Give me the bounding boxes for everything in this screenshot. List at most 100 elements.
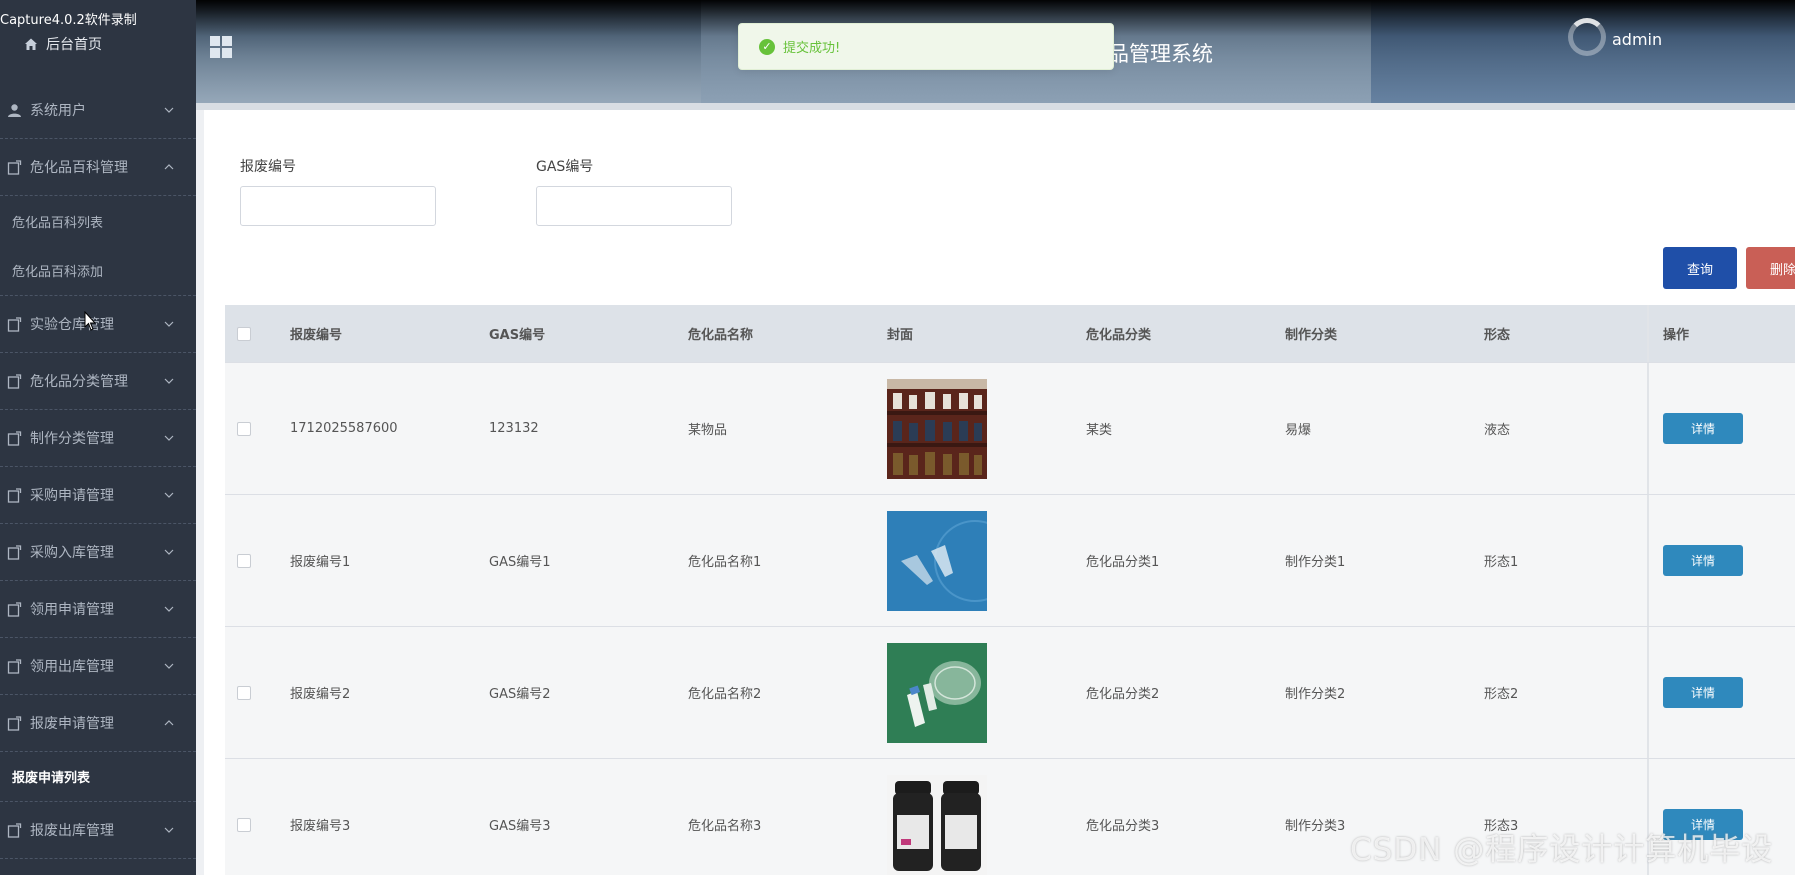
column-header[interactable]: 形态 (1484, 324, 1647, 343)
cell-category: 危化品分类1 (1086, 555, 1160, 570)
avatar[interactable] (1568, 18, 1606, 56)
clipboard-icon (7, 373, 22, 389)
test-tubes-image (887, 510, 987, 611)
cell-make-category: 制作分类2 (1285, 687, 1346, 702)
clipboard-icon (7, 159, 22, 175)
success-toast: ✓ 提交成功! (738, 23, 1114, 70)
home-icon (25, 38, 37, 50)
sidebar-item-scrap-request[interactable]: 报废申请管理 (0, 695, 196, 752)
reagent-bottles-image (887, 774, 987, 875)
cell-category: 危化品分类2 (1086, 687, 1160, 702)
gas-number-input[interactable] (536, 186, 732, 226)
table-row: 报废编号2 GAS编号2 危化品名称2 危化品分类2 制作分类2 形态2 详情 (225, 627, 1795, 759)
table-header: 报废编号 GAS编号 危化品名称 封面 危化品分类 制作分类 形态 操作 (225, 305, 1795, 363)
sidebar-item-home[interactable]: 后台首页 (24, 34, 102, 54)
cell-make-category: 制作分类1 (1285, 555, 1346, 570)
chevron-down-icon (164, 378, 174, 384)
cell-name: 危化品名称3 (688, 819, 762, 834)
cell-category: 某类 (1086, 423, 1113, 438)
cell-form: 液态 (1484, 423, 1511, 438)
sidebar-item-use-request[interactable]: 领用申请管理 (0, 581, 196, 638)
data-table: 报废编号 GAS编号 危化品名称 封面 危化品分类 制作分类 形态 操作 171… (225, 305, 1795, 875)
cell-gas-number: GAS编号3 (489, 819, 551, 834)
clipboard-icon (7, 822, 22, 838)
system-title: 品管理系统 (1108, 42, 1213, 66)
chevron-down-icon (164, 549, 174, 555)
clipboard-icon (7, 430, 22, 446)
query-button[interactable]: 查询 (1663, 247, 1737, 289)
sidebar-home-label: 后台首页 (46, 37, 102, 53)
column-header[interactable]: 报废编号 (290, 324, 489, 343)
clipboard-icon (7, 487, 22, 503)
column-header[interactable]: 危化品名称 (688, 324, 887, 343)
cell-scrap-number: 报废编号3 (290, 819, 351, 834)
mouse-cursor-icon (84, 311, 96, 331)
row-checkbox[interactable] (237, 685, 251, 700)
delete-button[interactable]: 删除 (1746, 247, 1795, 289)
sidebar-item-purchase-stockin[interactable]: 采购入库管理 (0, 524, 196, 581)
clipboard-icon (7, 544, 22, 560)
username[interactable]: admin (1612, 30, 1662, 49)
cell-name: 某物品 (688, 423, 728, 438)
sidebar-item-label: 报废申请管理 (30, 716, 114, 732)
check-circle-icon: ✓ (759, 38, 775, 55)
sidebar-item-hazchem-category[interactable]: 危化品分类管理 (0, 353, 196, 410)
cell-gas-number: 123132 (489, 421, 539, 436)
sidebar-item-lab-warehouse[interactable]: 实验仓库管理 (0, 296, 196, 353)
clipboard-icon (7, 715, 22, 731)
cell-scrap-number: 报废编号1 (290, 555, 351, 570)
column-header[interactable]: 制作分类 (1285, 324, 1484, 343)
cell-form: 形态1 (1484, 555, 1519, 570)
sidebar-item-scrap-stockout[interactable]: 报废出库管理 (0, 802, 196, 859)
cell-name: 危化品名称1 (688, 555, 762, 570)
sidebar-item-purchase-request[interactable]: 采购申请管理 (0, 467, 196, 524)
capture-tag: Capture4.0.2软件录制 (0, 13, 137, 28)
sidebar-subitem-hazchem-wiki-list[interactable]: 危化品百科列表 (0, 196, 196, 246)
row-checkbox[interactable] (237, 421, 251, 436)
sidebar-subitem-scrap-request-list[interactable]: 报废申请列表 (0, 752, 196, 802)
sidebar-subitem-hazchem-wiki-add[interactable]: 危化品百科添加 (0, 246, 196, 296)
sidebar-item-system-users[interactable]: 系统用户 (0, 82, 196, 139)
row-checkbox[interactable] (237, 553, 251, 568)
cell-gas-number: GAS编号1 (489, 555, 551, 570)
chevron-up-icon (164, 164, 174, 170)
menu-grid-icon[interactable] (210, 36, 232, 58)
sidebar-item-label: 制作分类管理 (30, 431, 114, 447)
column-header: 操作 (1647, 305, 1795, 362)
sidebar-item-label: 实验仓库管理 (30, 317, 114, 333)
cell-category: 危化品分类3 (1086, 819, 1160, 834)
chevron-down-icon (164, 827, 174, 833)
chevron-down-icon (164, 107, 174, 113)
cell-name: 危化品名称2 (688, 687, 762, 702)
scrap-number-input[interactable] (240, 186, 436, 226)
chevron-down-icon (164, 606, 174, 612)
chevron-down-icon (164, 492, 174, 498)
chevron-down-icon (164, 435, 174, 441)
sidebar-item-label: 采购入库管理 (30, 545, 114, 561)
watermark: CSDN @程序设计计算机毕设 (1350, 832, 1774, 868)
column-header[interactable]: 危化品分类 (1086, 324, 1285, 343)
chevron-up-icon (164, 720, 174, 726)
detail-button[interactable]: 详情 (1663, 413, 1743, 444)
row-checkbox[interactable] (237, 817, 251, 832)
select-all-checkbox[interactable] (237, 326, 251, 341)
column-header[interactable]: GAS编号 (489, 324, 688, 343)
cell-scrap-number: 1712025587600 (290, 421, 398, 436)
table-row: 报废编号1 GAS编号1 危化品名称1 危化品分类1 制作分类1 形态1 详情 (225, 495, 1795, 627)
sidebar-item-hazchem-wiki[interactable]: 危化品百科管理 (0, 139, 196, 196)
sidebar-item-label: 危化品百科管理 (30, 160, 128, 176)
main-content: 报废编号 GAS编号 查询 删除 报废编号 GAS编号 危化品名称 封面 危化品… (204, 110, 1795, 875)
sidebar-item-use-stockout[interactable]: 领用出库管理 (0, 638, 196, 695)
sidebar-item-label: 系统用户 (30, 103, 86, 119)
gas-number-label: GAS编号 (536, 159, 594, 175)
detail-button[interactable]: 详情 (1663, 677, 1743, 708)
column-header[interactable]: 封面 (887, 324, 1086, 343)
sidebar-item-label: 危化品分类管理 (30, 374, 128, 390)
shelf-bottles-image (887, 378, 987, 479)
toast-message: 提交成功! (783, 41, 841, 56)
detail-button[interactable]: 详情 (1663, 545, 1743, 576)
scrap-number-label: 报废编号 (240, 159, 296, 175)
clipboard-icon (7, 658, 22, 674)
sidebar-item-make-category[interactable]: 制作分类管理 (0, 410, 196, 467)
clipboard-icon (7, 601, 22, 617)
